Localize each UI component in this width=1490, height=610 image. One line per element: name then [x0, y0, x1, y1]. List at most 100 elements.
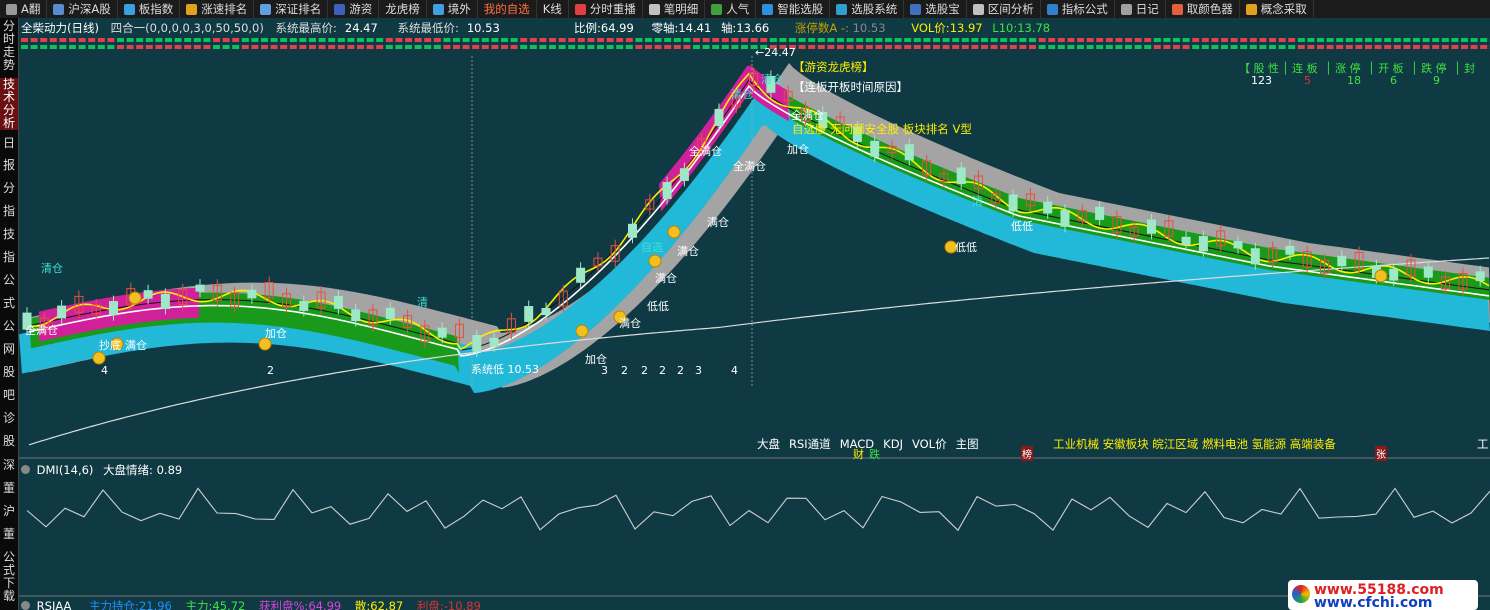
stripe-cell: [693, 38, 700, 42]
stripe-cell: [126, 38, 134, 42]
sidebar-item-9[interactable]: 式: [0, 296, 18, 311]
toolbar-item-3[interactable]: 涨速排名: [180, 0, 255, 18]
stripe-cell: [270, 38, 278, 42]
toolbar-item-14[interactable]: 选股系统: [830, 0, 905, 18]
toolbar-item-10[interactable]: 分时重播: [569, 0, 643, 18]
stripe-cell: [1240, 38, 1248, 42]
sidebar-item-19[interactable]: 董: [0, 527, 18, 542]
toolbar-label: 取颜色器: [1186, 2, 1233, 16]
sidebar-item-11[interactable]: 网: [0, 342, 18, 357]
annotation-label: 满仓: [655, 271, 677, 285]
stripe-cell: [1192, 45, 1200, 49]
toolbar-item-7[interactable]: 境外: [427, 0, 478, 18]
toolbar-item-19[interactable]: 取颜色器: [1166, 0, 1240, 18]
toolbar-item-2[interactable]: 板指数: [118, 0, 181, 18]
toolbar-item-9[interactable]: K线: [537, 0, 569, 18]
toolbar-item-17[interactable]: 指标公式: [1041, 0, 1115, 18]
sidebar-item-4[interactable]: 分: [0, 181, 18, 196]
dmi-title[interactable]: DMI(14,6): [37, 463, 94, 477]
toolbar-item-8[interactable]: 我的自选: [478, 0, 537, 18]
stripe-cell: [1048, 38, 1056, 42]
stripe-cell: [232, 38, 240, 42]
tab-indicator-3[interactable]: KDJ: [883, 437, 903, 451]
sidebar-item-18[interactable]: 沪: [0, 504, 18, 519]
sidebar-item-10[interactable]: 公: [0, 319, 18, 334]
sidebar-item-16[interactable]: 深: [0, 458, 18, 473]
sidebar-item-1[interactable]: 技术分析: [0, 78, 18, 130]
stripe-cell: [1096, 38, 1104, 42]
sidebar-item-0[interactable]: 分时走势: [0, 20, 18, 72]
sidebar-item-15[interactable]: 股: [0, 434, 18, 449]
stripe-cell: [1000, 38, 1008, 42]
stripe-cell: [731, 45, 739, 49]
tab-indicator-1[interactable]: RSI通道: [789, 437, 831, 451]
stripe-cell: [827, 38, 835, 42]
toolbar-item-4[interactable]: 深证排名: [254, 0, 329, 18]
candle[interactable]: [576, 262, 586, 289]
sidebar-item-5[interactable]: 指: [0, 204, 18, 219]
stripe-cell: [241, 38, 249, 42]
toolbar-item-5[interactable]: 游资: [328, 0, 380, 18]
sidebar-item-2[interactable]: 日: [0, 136, 18, 151]
sidebar-item-17[interactable]: 董: [0, 481, 18, 496]
toolbar-item-18[interactable]: 日记: [1115, 0, 1166, 18]
sidebar-item-20[interactable]: 公式下载: [0, 551, 18, 603]
toolbar-item-20[interactable]: 概念采取: [1240, 0, 1314, 18]
tab-indicator-0[interactable]: 大盘: [757, 437, 780, 451]
stripe-cell: [1278, 38, 1286, 42]
sidebar-item-14[interactable]: 诊: [0, 411, 18, 426]
rsi-title[interactable]: RSIAA: [37, 599, 72, 610]
rsi-gear-icon[interactable]: [21, 601, 30, 610]
stripe-cell: [97, 45, 105, 49]
count-label: 4: [101, 364, 108, 377]
sidebar-item-3[interactable]: 报: [0, 158, 18, 173]
stripe-cell: [616, 38, 624, 42]
stripe-cell: [366, 38, 374, 42]
stripe-cell: [1182, 45, 1190, 49]
count-label: 2: [641, 364, 648, 377]
dragon-tag[interactable]: 【游资龙虎榜】: [793, 59, 874, 75]
sidebar-item-13[interactable]: 吧: [0, 388, 18, 403]
sector-tags[interactable]: 工业机械 安徽板块 皖江区域 燃料电池 氢能源 高端装备: [1053, 436, 1336, 452]
toolbar-item-16[interactable]: 区间分析: [967, 0, 1041, 18]
smiley-face: [1374, 269, 1388, 283]
dmi-gear-icon[interactable]: [21, 465, 30, 474]
stripe-cell: [712, 45, 720, 49]
sidebar-item-8[interactable]: 公: [0, 273, 18, 288]
toolbar-label: 涨速排名: [201, 2, 248, 16]
stripe-cell: [145, 45, 153, 49]
toolbar-item-15[interactable]: 选股宝: [904, 0, 967, 18]
sidebar-item-12[interactable]: 股: [0, 365, 18, 380]
chart-area[interactable]: 全柴动力(日线) 四合一(0,0,0,0,3,0,50,50,0) 系统最高价:…: [19, 18, 1490, 610]
price-chart[interactable]: 清仓全满仓抄底 满仓加仓清满仓加仓低低满仓满仓满仓自选全满仓全满仓清仓全满仓加仓清…: [19, 18, 1490, 610]
stripe-cell: [942, 45, 950, 49]
tab-indicator-4[interactable]: VOL价: [912, 437, 947, 451]
stripe-cell: [59, 38, 67, 42]
stripe-cell: [1470, 45, 1478, 49]
stripe-cell: [1393, 38, 1401, 42]
stripe-cell: [1029, 38, 1036, 42]
stripe-cell: [366, 45, 374, 49]
annotation-label: 低低: [955, 241, 977, 254]
toolbar-item-6[interactable]: 龙虎榜: [379, 0, 427, 18]
toolbar-item-0[interactable]: A翻: [0, 0, 48, 18]
sidebar-item-6[interactable]: 技: [0, 227, 18, 242]
count-label: 4: [731, 364, 738, 377]
dmi-mood-label: 大盘情绪:: [103, 463, 153, 477]
annotation-label: 全满仓: [689, 144, 722, 158]
toolbar-item-11[interactable]: 笔明细: [643, 0, 706, 18]
reason-tag[interactable]: 【连板开板时间原因】: [793, 79, 908, 95]
stripe-cell: [712, 38, 720, 42]
left-sidebar: 分时走势 技术分析日报分指技指公式公网股吧诊股深董沪董公式下载: [0, 18, 19, 610]
toolbar-item-12[interactable]: 人气: [705, 0, 757, 18]
toolbar-item-1[interactable]: 沪深A股: [47, 0, 118, 18]
rsi-loose-value: 62.87: [370, 599, 404, 610]
toolbar-icon: [6, 3, 17, 15]
candle-body: [1095, 206, 1105, 220]
sidebar-item-7[interactable]: 指: [0, 250, 18, 265]
dmi-header: DMI(14,6) 大盘情绪: 0.89: [21, 462, 182, 478]
tab-indicator-5[interactable]: 主图: [956, 437, 979, 451]
annotation-label: 满仓: [619, 316, 641, 330]
toolbar-item-13[interactable]: 智能选股: [756, 0, 831, 18]
toolbar-label: A翻: [21, 2, 41, 16]
